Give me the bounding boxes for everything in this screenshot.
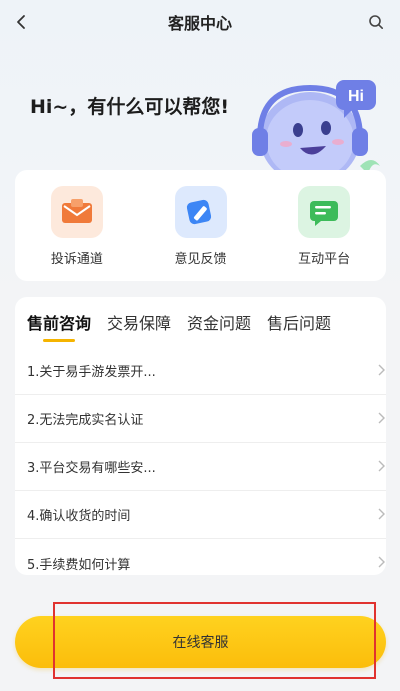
chevron-right-icon: [378, 556, 385, 568]
chevron-right-icon: [378, 508, 385, 520]
search-icon: [369, 15, 383, 29]
quick-actions-card: 投诉通道 意见反馈 互动平台: [15, 170, 386, 281]
back-button[interactable]: [10, 10, 34, 34]
online-service-button[interactable]: 在线客服: [15, 616, 386, 668]
interactive-platform-button[interactable]: 互动平台: [262, 170, 386, 281]
chevron-right-icon: [378, 412, 385, 424]
chevron-right-icon: [378, 364, 385, 376]
faq-item-label: 1.关于易手游发票开...: [27, 365, 156, 380]
online-service-label: 在线客服: [172, 635, 229, 651]
feedback-button[interactable]: 意见反馈: [139, 170, 263, 281]
feedback-pen-icon: [174, 186, 227, 238]
tab-aftersale[interactable]: 售后问题: [267, 310, 331, 334]
greeting-text: Hi~，有什么可以帮您!: [30, 96, 229, 118]
interactive-platform-label: 互动平台: [298, 252, 351, 267]
tab-trade-guarantee[interactable]: 交易保障: [107, 310, 171, 334]
tab-funds[interactable]: 资金问题: [187, 310, 251, 334]
faq-tabs: 售前咨询 交易保障 资金问题 售后问题: [15, 297, 386, 347]
faq-item-label: 3.平台交易有哪些安...: [27, 461, 156, 476]
faq-item[interactable]: 2.无法完成实名认证: [15, 395, 386, 443]
chevron-right-icon: [378, 460, 385, 472]
chat-bubble-icon: [298, 186, 351, 238]
page-title: 客服中心: [167, 14, 232, 33]
faq-card: 售前咨询 交易保障 资金问题 售后问题 1.关于易手游发票开... 2.无法完成…: [15, 297, 386, 575]
svg-text:Hi: Hi: [348, 88, 364, 105]
faq-item[interactable]: 3.平台交易有哪些安...: [15, 443, 386, 491]
faq-item[interactable]: 4.确认收货的时间: [15, 491, 386, 539]
faq-item[interactable]: 5.手续费如何计算: [15, 539, 386, 575]
complaint-channel-label: 投诉通道: [50, 252, 103, 267]
faq-list: 1.关于易手游发票开... 2.无法完成实名认证 3.平台交易有哪些安... 4…: [15, 347, 386, 575]
complaint-channel-button[interactable]: 投诉通道: [15, 170, 139, 281]
faq-item-label: 4.确认收货的时间: [27, 509, 131, 524]
faq-item-label: 5.手续费如何计算: [27, 557, 131, 573]
top-bar: 客服中心: [0, 0, 400, 44]
chevron-left-icon: [17, 15, 25, 29]
feedback-label: 意见反馈: [174, 252, 227, 267]
faq-item[interactable]: 1.关于易手游发票开...: [15, 347, 386, 395]
complaint-envelope-icon: [50, 186, 103, 238]
faq-item-label: 2.无法完成实名认证: [27, 413, 144, 428]
search-button[interactable]: [364, 10, 388, 34]
tab-presale[interactable]: 售前咨询: [27, 310, 91, 342]
